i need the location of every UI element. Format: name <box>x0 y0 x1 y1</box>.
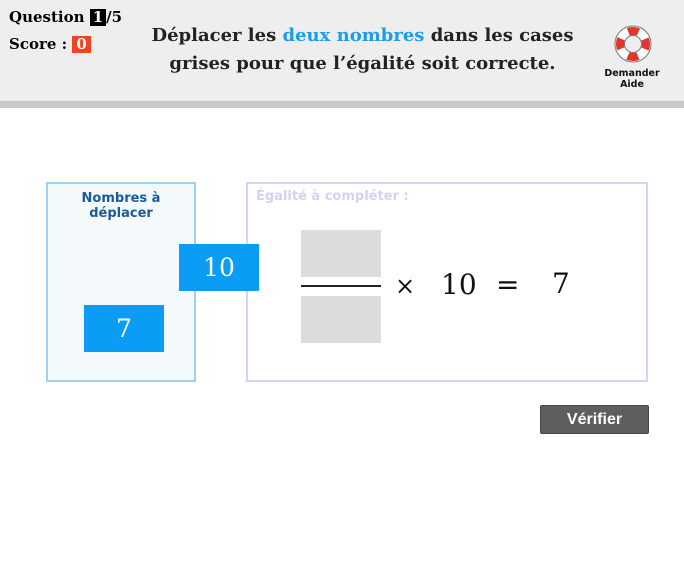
question-indicator: Question 1/5 <box>9 8 122 26</box>
fraction-bar <box>301 285 381 287</box>
question-current: 1 <box>89 9 107 26</box>
question-label: Question <box>9 8 85 26</box>
help-label: Demander Aide <box>604 68 660 90</box>
help-button[interactable]: Demander Aide <box>592 24 672 90</box>
instruction-highlight: deux nombres <box>282 25 425 46</box>
verify-button[interactable]: Vérifier <box>540 405 649 434</box>
result-value: 7 <box>552 267 570 300</box>
score-label: Score : <box>9 35 68 53</box>
equals-symbol: = <box>496 268 520 301</box>
numbers-to-move-panel: Nombres à déplacer <box>46 182 196 382</box>
question-total: /5 <box>106 8 123 26</box>
instruction-text: Déplacer les deux nombres dans les cases… <box>140 22 585 78</box>
draggable-number-tile[interactable]: 7 <box>84 305 164 352</box>
numbers-panel-title: Nombres à déplacer <box>81 191 161 221</box>
draggable-number-tile[interactable]: 10 <box>179 244 259 291</box>
instruction-before: Déplacer les <box>151 25 283 46</box>
header-bar: Question 1/5 Score : 0 Déplacer les deux… <box>0 0 684 108</box>
score-indicator: Score : 0 <box>9 35 91 53</box>
score-value: 0 <box>72 36 91 53</box>
times-symbol: × <box>395 272 416 300</box>
equality-panel-title: Égalité à compléter : <box>256 189 409 204</box>
multiplier-value: 10 <box>441 268 477 301</box>
denominator-drop-slot[interactable] <box>301 296 381 343</box>
numerator-drop-slot[interactable] <box>301 230 381 277</box>
lifebuoy-icon <box>614 25 652 63</box>
